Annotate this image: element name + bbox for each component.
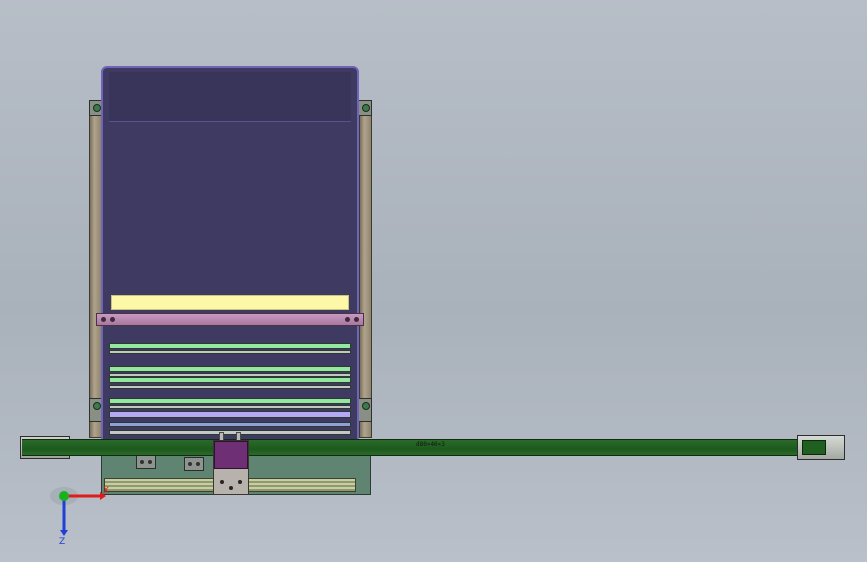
crossbar-hole [354, 317, 359, 322]
cad-viewport[interactable]: d80×40×3 X Z [0, 0, 867, 562]
hopper-light-strip [111, 295, 349, 310]
conveyor-right-end-inner [802, 440, 826, 455]
crossbar-hole [101, 317, 106, 322]
z-axis-label: Z [59, 537, 65, 546]
gripper-bolt [220, 480, 224, 484]
y-axis-dot [59, 491, 69, 501]
layer-slat [109, 430, 351, 435]
crossbar-hole [110, 317, 115, 322]
crossbar-hole [345, 317, 350, 322]
layer-slat [109, 411, 351, 418]
gripper-bolt [238, 480, 242, 484]
axis-triad: X Z [50, 486, 109, 546]
layer-slat [109, 385, 351, 389]
gripper-bolt [229, 486, 233, 490]
right-upright-post [359, 100, 372, 438]
layer-slat [109, 343, 351, 349]
layer-slat [109, 405, 351, 409]
conveyor-beam[interactable]: d80×40×3 [22, 439, 845, 456]
right-top-bracket [358, 100, 372, 116]
conveyor-label: d80×40×3 [416, 441, 445, 448]
gripper-cylinder [214, 441, 248, 469]
z-axis-arrowhead [60, 530, 68, 536]
x-axis-label: X [103, 486, 109, 496]
mount-clip [136, 455, 156, 469]
layer-slat [109, 366, 351, 372]
layer-slat [109, 422, 351, 427]
mount-clip [184, 457, 204, 471]
hopper-top-band [109, 72, 351, 122]
crossbar [96, 313, 364, 326]
layer-slat [109, 377, 351, 383]
right-mid-bracket [358, 398, 372, 422]
layer-slat [109, 350, 351, 354]
layer-slat [109, 398, 351, 404]
